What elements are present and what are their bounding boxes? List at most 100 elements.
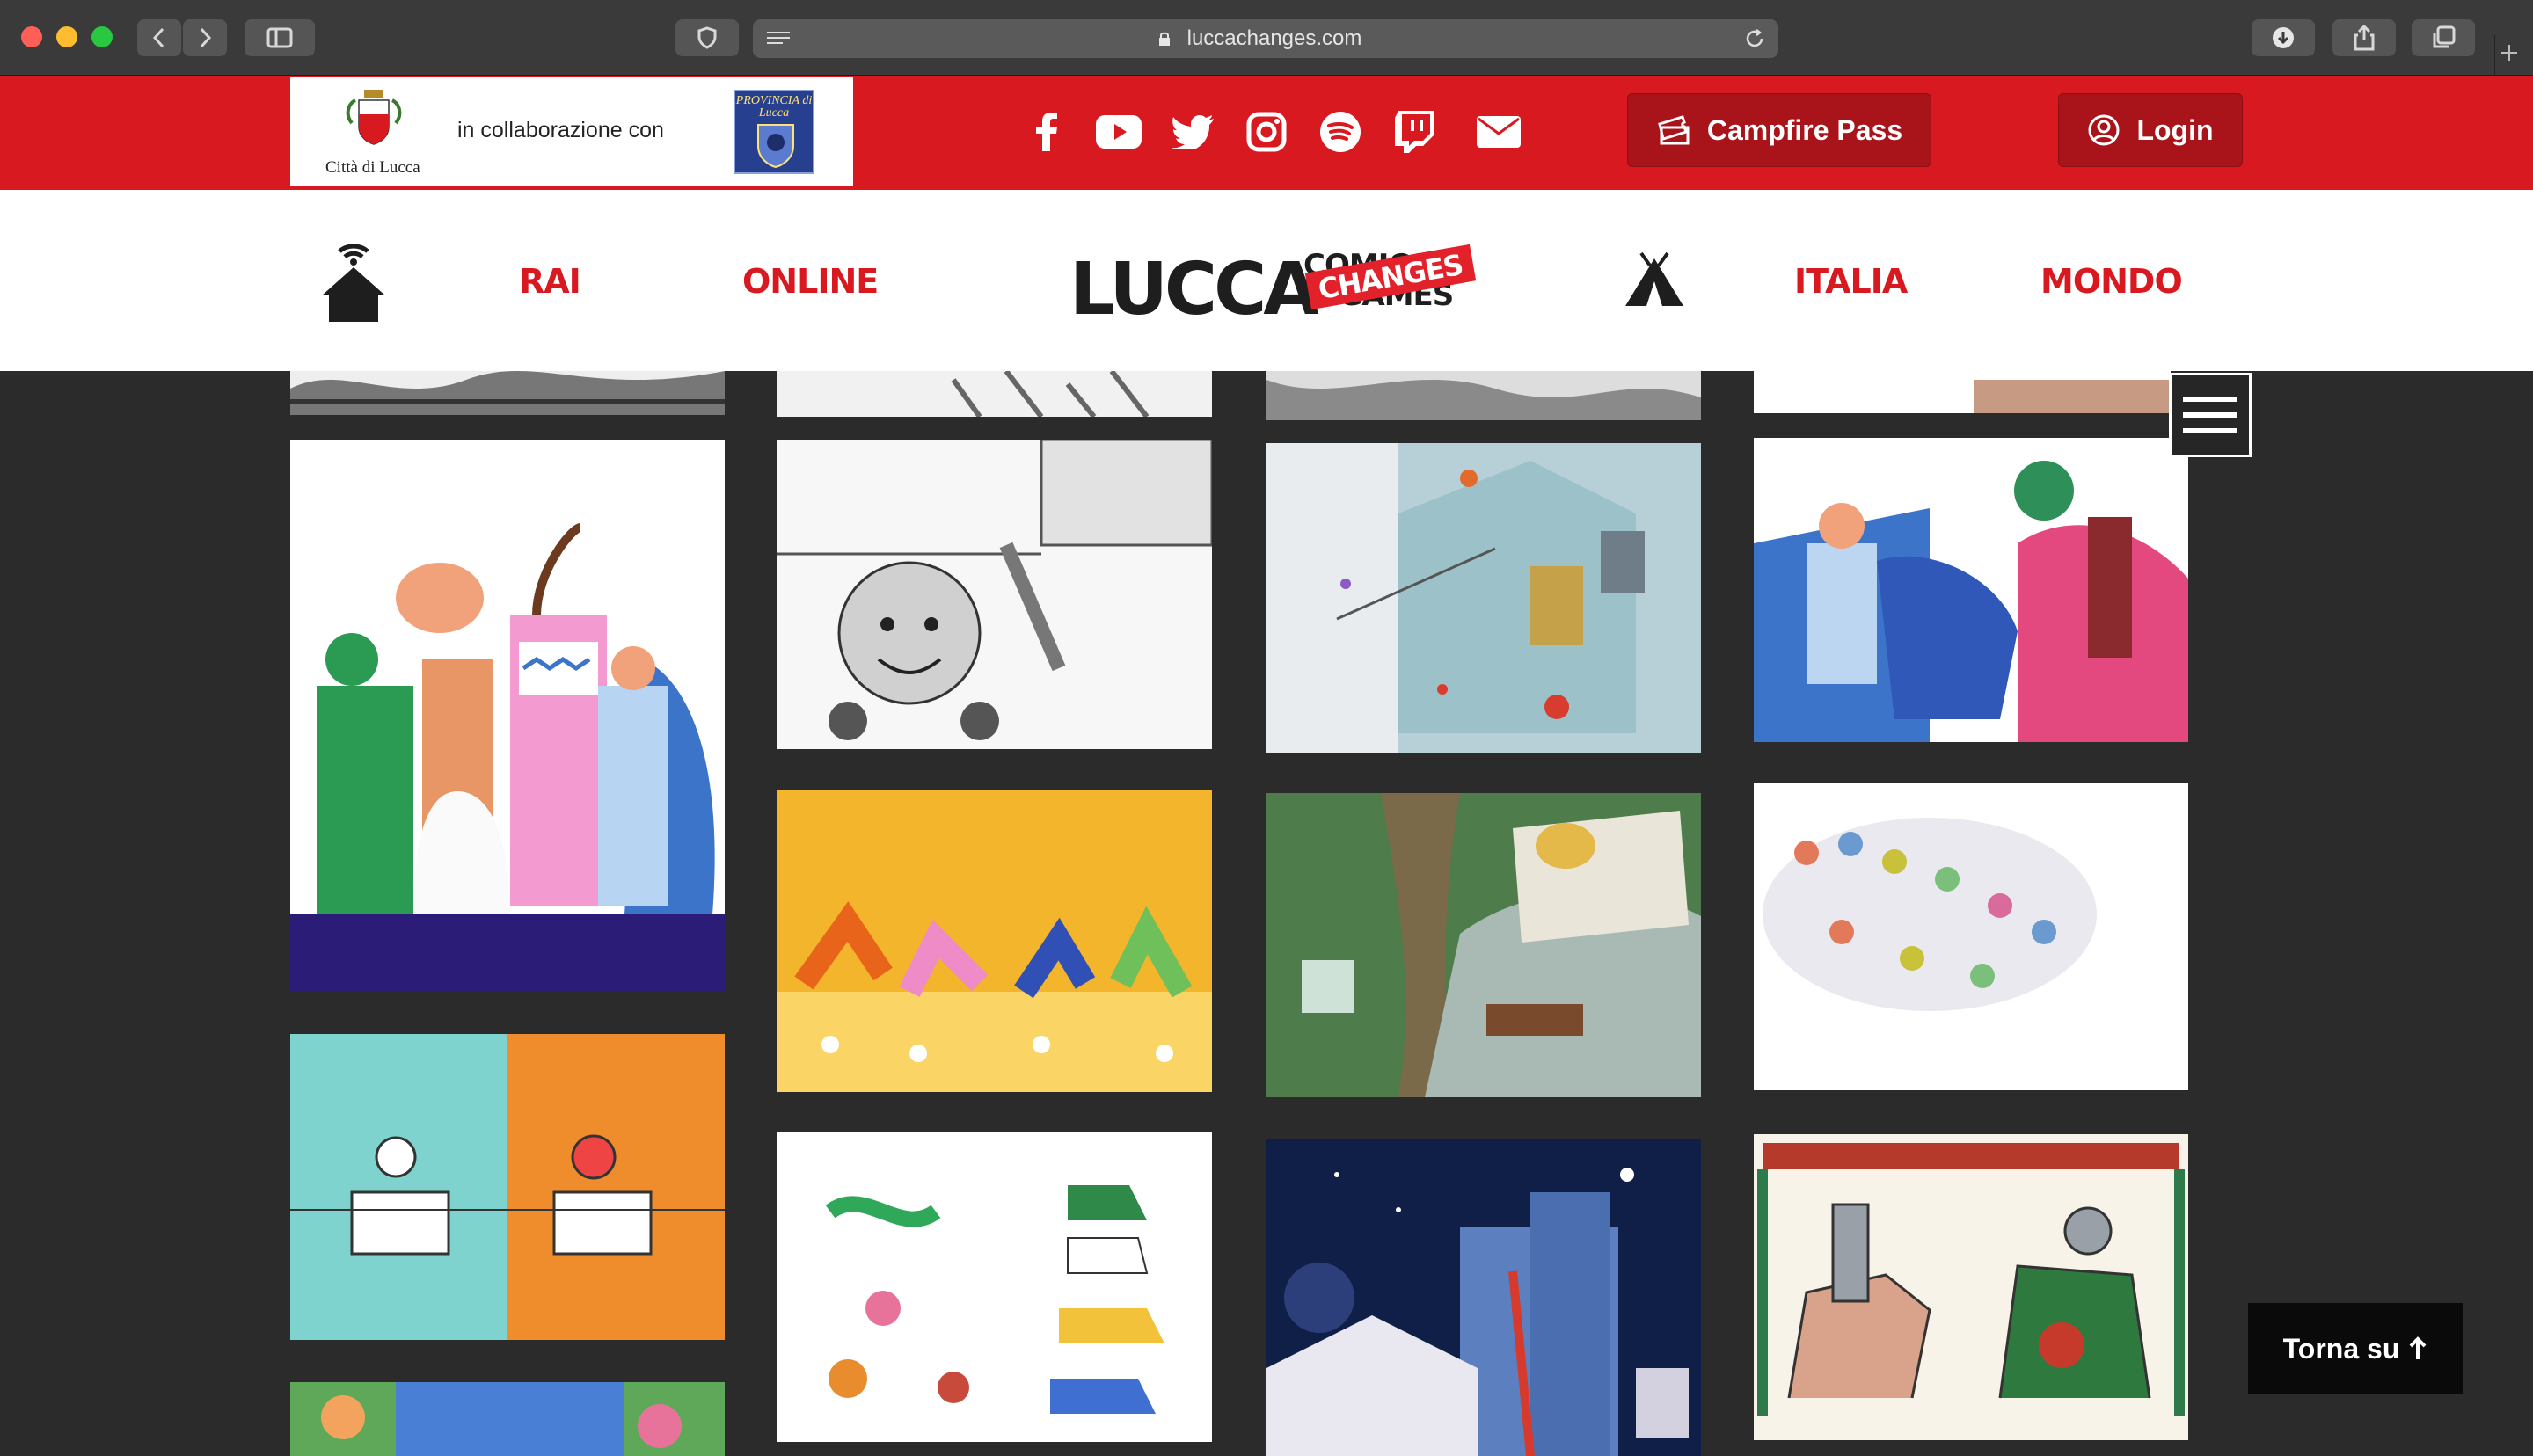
twitch-link[interactable]: [1388, 107, 1441, 157]
illustration-image: [290, 1034, 725, 1340]
youtube-link[interactable]: [1092, 107, 1145, 157]
back-button[interactable]: [137, 19, 181, 56]
city-crest-icon: [346, 90, 402, 145]
gallery-tile[interactable]: [290, 440, 725, 992]
login-button[interactable]: Login: [2058, 93, 2243, 167]
download-icon: [2273, 27, 2294, 48]
home-wifi-icon[interactable]: [320, 237, 387, 322]
back-to-top-label: Torna su: [2282, 1332, 2400, 1365]
gallery-tile[interactable]: [777, 371, 1212, 417]
nav-mondo[interactable]: MONDO: [2040, 262, 2183, 301]
sidebar-icon: [266, 27, 293, 48]
youtube-icon: [1096, 115, 1142, 149]
partner-banner: Città di Lucca in collaborazione con PRO…: [290, 77, 853, 186]
facebook-link[interactable]: [1020, 107, 1073, 157]
arrow-up-icon: [2409, 1336, 2427, 1359]
gallery-tile[interactable]: [290, 371, 725, 415]
nav-online[interactable]: ONLINE: [742, 262, 879, 301]
instagram-link[interactable]: [1240, 107, 1293, 157]
illustration-image: [1266, 793, 1701, 1097]
nav-rai[interactable]: RAI: [519, 262, 581, 301]
logo-lucca: LUCCA: [1069, 248, 1319, 331]
illustration-image: [777, 901, 1212, 1092]
illustration-image: [777, 440, 1212, 740]
sidebar-toggle-button[interactable]: [245, 19, 315, 56]
lucca-changes-logo[interactable]: LUCCA COMICS & GAMES CHANGES: [1069, 243, 1477, 331]
close-window-button[interactable]: [21, 26, 42, 47]
browser-toolbar: luccachanges.com: [0, 0, 2533, 76]
illustration-image: [290, 523, 725, 992]
zoom-window-button[interactable]: [91, 26, 113, 47]
back-to-top-button[interactable]: Torna su: [2248, 1303, 2463, 1394]
province-crest-icon: [757, 124, 794, 169]
forward-button[interactable]: [183, 19, 227, 56]
privacy-shield-button[interactable]: [675, 19, 739, 56]
menu-bar: [2183, 412, 2237, 418]
illustration-gallery: [0, 371, 2533, 1456]
downloads-button[interactable]: [2252, 19, 2315, 56]
lock-icon: [1159, 32, 1170, 46]
shield-icon: [697, 26, 717, 49]
share-button[interactable]: [2332, 19, 2396, 56]
illustration-image: [825, 1185, 1164, 1414]
reader-icon[interactable]: [765, 30, 792, 47]
nav-italia[interactable]: ITALIA: [1794, 262, 1908, 301]
partner-text: in collaborazione con: [457, 118, 664, 142]
url-text: luccachanges.com: [1186, 26, 1362, 50]
twitter-link[interactable]: [1166, 107, 1219, 157]
spotify-icon: [1320, 112, 1361, 152]
province-logo: PROVINCIA di Lucca: [734, 90, 814, 174]
gallery-tile[interactable]: [777, 1132, 1212, 1442]
campfire-pass-label: Campfire Pass: [1706, 113, 1903, 146]
gallery-tile[interactable]: [1266, 443, 1701, 753]
gallery-tile[interactable]: [290, 1034, 725, 1340]
top-bar: Città di Lucca in collaborazione con PRO…: [0, 76, 2533, 190]
gallery-tile[interactable]: [290, 1382, 725, 1456]
new-tab-button[interactable]: [2494, 35, 2521, 76]
ticket-icon: [1658, 115, 1690, 145]
mail-icon: [1477, 116, 1521, 148]
gallery-tile[interactable]: [1266, 371, 1701, 420]
share-icon: [2354, 25, 2375, 51]
instagram-icon: [1246, 112, 1287, 152]
gallery-tile[interactable]: [1266, 793, 1701, 1097]
illustration-image: [1266, 380, 1701, 420]
campfire-pass-button[interactable]: Campfire Pass: [1627, 93, 1931, 167]
gallery-tile[interactable]: [777, 790, 1212, 1092]
tent-icon[interactable]: [1624, 250, 1685, 308]
gallery-tile[interactable]: [1754, 371, 2171, 413]
twitch-icon: [1395, 111, 1434, 153]
menu-bar: [2183, 397, 2237, 402]
hamburger-menu-button[interactable]: [2169, 373, 2252, 457]
menu-bar: [2183, 428, 2237, 433]
tabs-overview-button[interactable]: [2412, 19, 2475, 56]
illustration-image: [1974, 380, 2171, 413]
facebook-icon: [1036, 113, 1057, 151]
chevron-left-icon: [152, 27, 164, 48]
gallery-tile[interactable]: [1754, 783, 2188, 1090]
user-icon: [2088, 114, 2120, 146]
illustration-image: [1266, 443, 1645, 753]
reload-icon[interactable]: [1743, 27, 1766, 50]
gallery-tile[interactable]: [1754, 1134, 2188, 1440]
mail-link[interactable]: [1472, 107, 1525, 157]
tabs-icon: [2433, 25, 2456, 48]
twitter-icon: [1172, 115, 1214, 149]
spotify-link[interactable]: [1314, 107, 1367, 157]
illustration-image: [1266, 1168, 1689, 1456]
login-label: Login: [2136, 113, 2214, 146]
city-label: Città di Lucca: [325, 158, 420, 177]
chevron-right-icon: [200, 27, 212, 48]
gallery-tile[interactable]: [777, 440, 1212, 749]
minimize-window-button[interactable]: [56, 26, 77, 47]
main-nav: RAI ONLINE LUCCA COMICS & GAMES CHANGES …: [0, 190, 2533, 371]
gallery-tile[interactable]: [1754, 438, 2188, 742]
plus-icon: [2501, 45, 2517, 61]
illustration-image: [951, 371, 1150, 417]
illustration-image: [1757, 1143, 2185, 1416]
illustration-image: [321, 1382, 682, 1456]
address-bar[interactable]: luccachanges.com: [753, 19, 1778, 58]
illustration-image: [290, 371, 725, 415]
illustration-image: [1763, 818, 2097, 1011]
gallery-tile[interactable]: [1266, 1139, 1701, 1456]
